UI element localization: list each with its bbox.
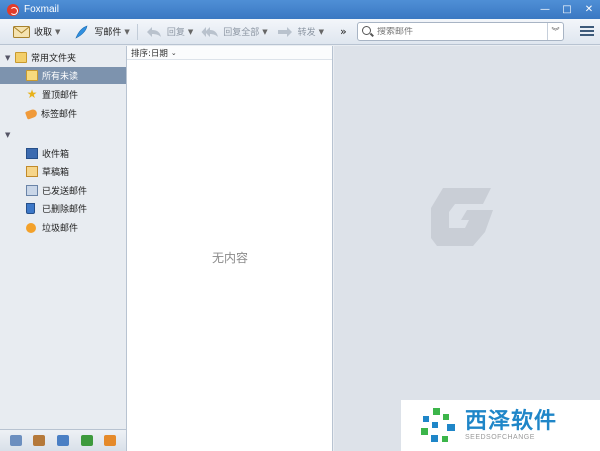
watermark-logo-icon [421,407,455,442]
sidebar-item-deleted[interactable]: 已删除邮件 [0,200,126,217]
notes-icon[interactable] [80,435,93,446]
chevron-down-icon[interactable]: ⌄ [171,49,177,57]
reply-all-button[interactable]: 回复全部 ▼ [197,21,271,43]
toolbar-divider [136,23,138,40]
sidebar-item-label: 草稿箱 [42,168,70,178]
message-list: 排序:日期 ⌄ 无内容 [127,46,333,451]
folder-icon [15,52,27,63]
foxmail-logo-icon [7,3,19,16]
maximize-button[interactable]: □ [556,0,578,18]
expand-triangle-icon[interactable]: ▼ [5,131,15,139]
chevron-down-icon[interactable]: ▼ [124,28,129,36]
foxmail-background-logo-icon [431,188,493,246]
chevron-down-icon[interactable]: ▼ [262,28,267,36]
folder-group-favorites[interactable]: ▼ 常用文件夹 [0,49,126,66]
contacts-icon[interactable] [33,435,46,446]
sent-mail-icon [26,185,38,196]
mail-view-icon[interactable] [9,435,22,446]
close-button[interactable]: ✕ [578,0,600,18]
folder-icon [26,70,38,81]
toolbar: 收取 ▼ 写邮件 ▼ 回复 ▼ 回复全部 ▼ 转发 ▼ » ︾ [0,19,600,45]
folder-sidebar: ▼ 常用文件夹 所有未读 ★ 置顶邮件 标签邮件 ▼ 收件箱 草稿箱 已发送邮件 [0,46,127,451]
search-box: ︾ [357,22,564,41]
reply-all-arrow-icon [201,25,219,39]
more-tools-button[interactable]: » [336,21,351,43]
main-menu-icon[interactable] [580,24,594,38]
sidebar-item-tagged[interactable]: 标签邮件 [0,105,126,122]
envelope-icon [12,25,30,39]
compose-button[interactable]: 写邮件 ▼ [68,21,133,43]
forward-button[interactable]: 转发 ▼ [272,21,328,43]
chevron-down-icon[interactable]: ▼ [55,28,60,36]
sort-label: 排序:日期 [131,48,168,59]
watermark-subtitle: SEEDSOFCHANGE [465,434,535,441]
reply-button[interactable]: 回复 ▼ [141,21,197,43]
sidebar-item-label: 标签邮件 [41,110,78,120]
chevron-down-icon[interactable]: ▼ [188,28,193,36]
receive-button[interactable]: 收取 ▼ [8,21,64,43]
sidebar-item-label: 所有未读 [42,72,79,82]
junk-icon [26,222,36,233]
reply-arrow-icon [145,25,163,39]
receive-label: 收取 [34,28,53,38]
forward-label: 转发 [297,28,316,38]
sidebar-item-label: 已发送邮件 [42,187,88,197]
expand-triangle-icon[interactable]: ▼ [5,54,15,62]
folder-group-label: 常用文件夹 [31,54,77,64]
star-icon: ★ [26,87,38,101]
search-icon [361,25,375,39]
forward-arrow-icon [276,25,294,39]
sidebar-item-label: 垃圾邮件 [42,224,79,234]
sort-bar[interactable]: 排序:日期 ⌄ [127,46,332,60]
empty-list-text: 无内容 [211,251,248,265]
sidebar-item-label: 置顶邮件 [42,91,79,101]
sidebar-item-label: 已删除邮件 [42,205,88,215]
inbox-icon [26,148,38,159]
reply-all-label: 回复全部 [223,28,260,38]
title-bar: Foxmail — □ ✕ [0,0,600,19]
sidebar-item-inbox[interactable]: 收件箱 [0,145,126,162]
site-watermark: 西泽软件 SEEDSOFCHANGE [401,400,600,451]
feather-pen-icon [72,25,90,39]
watermark-name: 西泽软件 [465,409,558,434]
calendar-icon[interactable] [56,435,69,446]
sidebar-item-junk[interactable]: 垃圾邮件 [0,219,126,236]
folder-group-account[interactable]: ▼ [0,126,126,143]
sidebar-item-pinned[interactable]: ★ 置顶邮件 [0,86,126,103]
sidebar-item-all-unread[interactable]: 所有未读 [0,67,126,84]
reply-label: 回复 [166,28,185,38]
sidebar-item-drafts[interactable]: 草稿箱 [0,163,126,180]
rss-icon[interactable] [104,435,117,446]
reading-pane [334,46,600,451]
chevron-down-icon[interactable]: ▼ [319,28,324,36]
sidebar-item-label: 收件箱 [42,150,70,160]
search-options-chevron-icon[interactable]: ︾ [547,23,563,40]
compose-label: 写邮件 [94,28,122,38]
window-title: Foxmail [24,4,60,15]
minimize-button[interactable]: — [534,0,556,18]
sidebar-bottom-bar [0,429,126,451]
draft-icon [26,166,38,177]
sidebar-item-sent[interactable]: 已发送邮件 [0,182,126,199]
trash-icon [26,203,35,214]
search-input[interactable] [377,26,547,37]
tag-icon [24,107,39,120]
